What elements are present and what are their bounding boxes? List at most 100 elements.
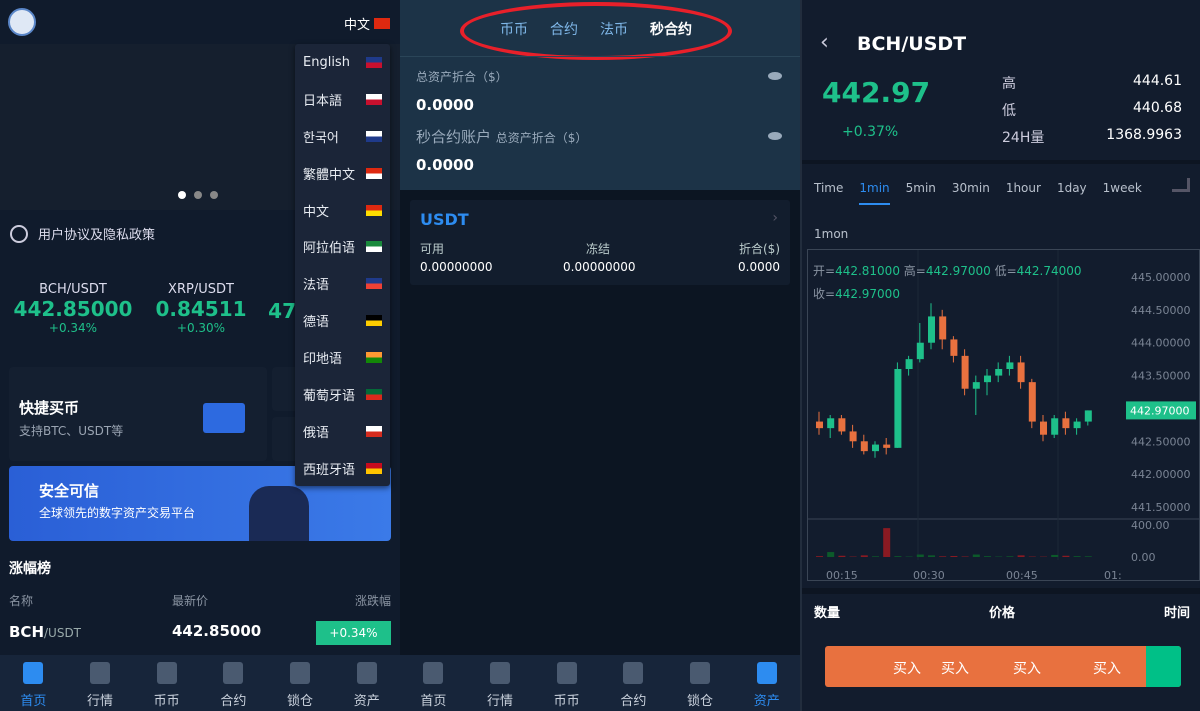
volume-bar	[838, 555, 846, 557]
language-dropdown: English 日本語 한국어 繁體中文 中文 阿拉伯语 法语 德语 印地语 葡萄牙语 俄语 西班牙语	[295, 44, 390, 486]
language-option[interactable]: 繁體中文	[295, 155, 390, 192]
quick-buy-card[interactable]: 快捷买币 支持BTC、USDT等	[9, 367, 267, 461]
price-tick: 444.50000	[1131, 304, 1191, 317]
volume-bar	[916, 554, 924, 557]
timeframe-30min[interactable]: 30min	[952, 181, 990, 195]
language-option[interactable]: 葡萄牙语	[295, 376, 390, 413]
volume-bar	[1006, 556, 1014, 557]
ranking-title: 涨幅榜	[9, 561, 51, 577]
language-selector[interactable]: 中文	[344, 14, 390, 33]
language-option[interactable]: 德语	[295, 302, 390, 339]
eye-icon[interactable]	[768, 72, 782, 80]
tab-0[interactable]: 首页	[0, 655, 67, 711]
time-tick: 00:45	[1006, 569, 1038, 582]
volume-bar	[860, 555, 868, 557]
flag-icon	[366, 462, 382, 474]
price-tick: 445.00000	[1131, 271, 1191, 284]
ticker-item[interactable]: XRP/USDT 0.84511 +0.30%	[146, 282, 256, 335]
candle	[838, 418, 846, 432]
timeframe-1week[interactable]: 1week	[1103, 181, 1142, 195]
tab-1[interactable]: 行情	[67, 655, 134, 711]
tab-icon	[23, 662, 44, 684]
language-option[interactable]: 한국어	[295, 118, 390, 155]
candle	[1028, 382, 1036, 422]
volume-bar	[872, 556, 879, 557]
notice-bar[interactable]: 用户协议及隐私政策	[10, 224, 155, 243]
flag-icon	[366, 425, 382, 437]
timeframe-1mon[interactable]: 1mon	[814, 227, 848, 241]
candle	[849, 431, 857, 442]
tab-5[interactable]: 资产	[333, 655, 400, 711]
timeframe-1min[interactable]: 1min	[859, 181, 890, 205]
volume-bar	[972, 554, 980, 557]
volume-tick: 400.00	[1131, 519, 1170, 532]
carousel-dots[interactable]	[178, 191, 218, 199]
timeframe-1day[interactable]: 1day	[1057, 181, 1087, 195]
timeframe-5min[interactable]: 5min	[906, 181, 936, 195]
candle	[972, 382, 980, 389]
tab-4[interactable]: 锁仓	[267, 655, 334, 711]
tab-1[interactable]: 行情	[467, 655, 534, 711]
tab-2[interactable]: 币币	[533, 655, 600, 711]
indicator-icon[interactable]	[1172, 178, 1190, 192]
timeframe-1hour[interactable]: 1hour	[1006, 181, 1041, 195]
app-logo	[8, 8, 36, 36]
candle	[872, 444, 879, 452]
candle	[1084, 410, 1092, 422]
flag-icon	[366, 278, 382, 290]
candle	[816, 421, 823, 429]
back-icon[interactable]: ‹	[820, 30, 829, 55]
usdt-asset-card[interactable]: USDT › 可用 冻结 折合($) 0.00000000 0.00000000…	[410, 200, 790, 285]
timeframe-Time[interactable]: Time	[814, 181, 843, 195]
trades-header: 数量 价格 时间	[814, 606, 1190, 621]
flag-icon	[366, 56, 382, 68]
buy-button[interactable]: 买入 买入 买入 买入	[825, 646, 1181, 687]
language-option[interactable]: 俄语	[295, 413, 390, 450]
tab-icon	[490, 662, 510, 684]
price-tick: 442.50000	[1131, 435, 1191, 448]
language-option[interactable]: English	[295, 44, 390, 81]
candle	[894, 369, 902, 448]
tab-5[interactable]: 资产	[733, 655, 800, 711]
language-option[interactable]: 法语	[295, 265, 390, 302]
flag-icon	[366, 93, 382, 105]
tab-icon	[690, 662, 711, 684]
tab-3[interactable]: 合约	[600, 655, 667, 711]
language-option[interactable]: 日本語	[295, 81, 390, 118]
candle	[916, 342, 924, 360]
language-option[interactable]: 中文	[295, 192, 390, 229]
candle	[883, 444, 891, 448]
volume-bar	[928, 555, 935, 557]
card-bitcoin-icon	[203, 403, 245, 433]
tab-2[interactable]: 币币	[133, 655, 200, 711]
volume-bar	[1051, 554, 1059, 557]
pair-title: BCH/USDT	[857, 33, 967, 55]
language-option[interactable]: 阿拉伯语	[295, 228, 390, 265]
ticker-item[interactable]: 47	[256, 282, 296, 335]
volume-bar	[1017, 555, 1025, 557]
candle	[1006, 362, 1014, 369]
volume-bar	[984, 556, 991, 557]
volume-tick: 0.00	[1131, 551, 1156, 564]
candle	[1051, 418, 1059, 435]
ticker-item[interactable]: BCH/USDT 442.85000 +0.34%	[0, 282, 146, 335]
time-tick: 00:30	[913, 569, 945, 582]
tab-icon	[290, 662, 311, 684]
highlight-ellipse	[460, 2, 732, 60]
volume-bar	[950, 556, 958, 557]
market-screen: ‹ BCH/USDT 442.97 +0.37% 高 444.61 低 440.68 2…	[800, 0, 1200, 711]
tab-4[interactable]: 锁仓	[667, 655, 734, 711]
language-option[interactable]: 印地语	[295, 339, 390, 376]
ranking-row[interactable]: BCH/USDT 442.85000 +0.34%	[9, 621, 391, 646]
tab-3[interactable]: 合约	[200, 655, 267, 711]
price-tick: 441.50000	[1131, 501, 1191, 514]
volume-bar	[1062, 555, 1070, 557]
price-tick: 442.00000	[1131, 468, 1191, 481]
tab-0[interactable]: 首页	[400, 655, 467, 711]
tab-icon	[156, 662, 177, 684]
last-price: 442.97	[822, 76, 931, 109]
eye-icon[interactable]	[768, 132, 782, 140]
chevron-right-icon: ›	[772, 210, 778, 226]
assets-screen: 币币 合约 法币 秒合约 总资产折合（$） 0.0000 秒合约账户 总资产折合（$）…	[400, 0, 800, 711]
language-option[interactable]: 西班牙语	[295, 450, 390, 487]
